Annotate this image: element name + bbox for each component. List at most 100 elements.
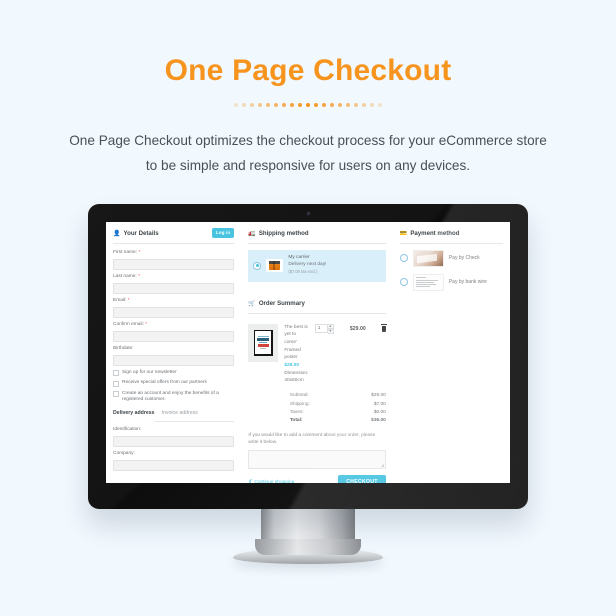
divider-dot	[370, 102, 374, 107]
carrier-box-icon	[269, 261, 281, 271]
carrier-name: My carrier	[288, 254, 310, 260]
quantity-arrows[interactable]: ▲ ▼	[327, 323, 334, 335]
payment-method-column: 💳 Payment method Pay by Check Pay by ban…	[393, 222, 510, 483]
divider-dot	[354, 102, 358, 107]
details-field-label: Birthdate:	[113, 345, 134, 351]
trash-icon[interactable]	[380, 323, 387, 332]
divider-dot	[330, 102, 334, 107]
checkbox[interactable]	[113, 370, 119, 377]
required-marker: *	[143, 321, 148, 327]
product-price: $29.00	[284, 362, 299, 368]
shipping-method-header: 🚛 Shipping method	[248, 230, 386, 244]
order-footer-row: ❮ Continue shopping CHECKOUT	[248, 475, 386, 483]
details-checkbox-row[interactable]: Sign up for our newsletter	[113, 370, 234, 377]
shipping-and-summary-column: 🚛 Shipping method My carrier Delivery ne…	[241, 222, 393, 483]
check-photo-icon	[412, 249, 444, 267]
chevron-left-icon: ❮	[248, 479, 253, 484]
details-field: Email: *	[113, 297, 235, 318]
your-details-header: 👤 Your Details Log in	[113, 228, 235, 244]
truck-icon: 🚛	[248, 231, 256, 238]
details-input[interactable]	[113, 306, 235, 318]
details-checkbox-row[interactable]: Create an account and enjoy the benefits…	[113, 391, 234, 405]
checkbox-label: Sign up for our newsletter	[122, 369, 177, 375]
quantity-input[interactable]: 1	[314, 323, 328, 333]
carrier-price: ($7.00 tax excl.)	[288, 268, 318, 274]
framed-poster-icon	[253, 329, 273, 356]
address-input[interactable]	[113, 435, 235, 447]
details-field: Birthdate:	[113, 345, 235, 366]
details-input[interactable]	[113, 258, 235, 270]
product-dimension: Dimension: 40x60cm	[284, 370, 309, 384]
order-comment-textarea[interactable]	[248, 450, 386, 470]
details-field: First name: *	[113, 249, 235, 270]
order-summary-header: 🛒 Order Summary	[248, 300, 386, 314]
hero-section: One Page Checkout One Page Checkout opti…	[0, 0, 616, 178]
divider-dot	[314, 102, 318, 107]
continue-shopping-link[interactable]: ❮ Continue shopping	[248, 480, 294, 484]
divider-dot	[362, 102, 366, 107]
quantity-stepper[interactable]: 1 ▲ ▼	[314, 323, 334, 335]
carrier-details: My carrier Delivery next day! ($7.00 tax…	[288, 255, 326, 277]
continue-shopping-label: Continue shopping	[254, 479, 295, 484]
hero-subtitle: One Page Checkout optimizes the checkout…	[58, 128, 558, 178]
total-label: Taxes:	[289, 409, 304, 415]
details-input[interactable]	[113, 354, 235, 366]
credit-card-icon: 💳	[399, 231, 408, 238]
address-tab[interactable]: Invoice address	[162, 410, 198, 421]
required-marker: *	[126, 297, 130, 303]
log-in-button[interactable]: Log in	[211, 228, 235, 239]
divider-dot	[234, 102, 238, 107]
total-value: $36.00	[371, 417, 386, 423]
payment-method-header: 💳 Payment method	[399, 230, 503, 244]
user-icon: 👤	[113, 231, 121, 238]
checkbox[interactable]	[113, 391, 119, 397]
shipping-option-row[interactable]: My carrier Delivery next day! ($7.00 tax…	[248, 249, 386, 282]
page-title: One Page Checkout	[164, 54, 452, 87]
order-product-row: The best is yet to come' Framed poster $…	[248, 320, 387, 385]
product-thumbnail[interactable]	[248, 323, 279, 362]
details-input[interactable]	[113, 330, 235, 342]
divider-dot	[250, 102, 254, 107]
hero-subtitle-line-1: One Page Checkout optimizes the checkout…	[69, 133, 547, 148]
divider-dot	[298, 102, 302, 107]
details-field-list: First name: * Last name: * Email: * Confirm…	[113, 249, 235, 366]
shipping-option-radio[interactable]	[253, 261, 262, 270]
divider-dot	[266, 102, 270, 107]
divider-dot	[274, 102, 278, 107]
address-field-list: Identification: Company:	[113, 426, 235, 471]
total-label: Total:	[289, 417, 303, 423]
address-tabs: Delivery address Invoice address	[113, 410, 235, 422]
address-field-label: Identification:	[113, 426, 142, 432]
product-info: The best is yet to come' Framed poster $…	[284, 324, 309, 385]
details-checkbox-row[interactable]: Receive special offers from our partners	[113, 380, 234, 387]
payment-bank-wire-radio[interactable]	[399, 278, 408, 287]
details-field-label: First name: *	[113, 249, 141, 255]
address-tab[interactable]: Delivery address	[113, 410, 155, 422]
total-row: Subtotal: $29.00	[290, 393, 386, 401]
divider-dot	[338, 102, 342, 107]
address-field-label: Company:	[113, 450, 135, 456]
carrier-delivery: Delivery next day!	[288, 261, 327, 267]
quantity-decrease-button[interactable]: ▼	[327, 328, 334, 335]
checkbox[interactable]	[113, 380, 119, 387]
payment-check-radio[interactable]	[399, 254, 408, 263]
total-value: $7.00	[373, 401, 386, 407]
line-total: $29.00	[349, 325, 366, 332]
comment-label: If you would like to add a comment about…	[248, 433, 376, 446]
carrier-logo	[266, 259, 284, 273]
divider-dot	[346, 102, 350, 107]
address-input[interactable]	[113, 459, 235, 471]
payment-option-check[interactable]: Pay by Check	[399, 249, 503, 267]
webcam-icon	[306, 212, 310, 215]
payment-bank-wire-label: Pay by bank wire	[448, 278, 487, 285]
checkout-button[interactable]: CHECKOUT	[338, 475, 386, 483]
details-field-label: Last name: *	[113, 273, 140, 279]
details-field-label: Email: *	[113, 297, 130, 303]
page-root: One Page Checkout One Page Checkout opti…	[0, 0, 616, 616]
details-input[interactable]	[113, 282, 235, 294]
divider-dot	[290, 102, 294, 107]
your-details-title: Your Details	[123, 230, 159, 237]
payment-option-bank-wire[interactable]: Pay by bank wire	[399, 273, 503, 291]
product-name[interactable]: The best is yet to come'	[284, 325, 307, 345]
your-details-column: 👤 Your Details Log in First name: * Last …	[106, 222, 241, 483]
